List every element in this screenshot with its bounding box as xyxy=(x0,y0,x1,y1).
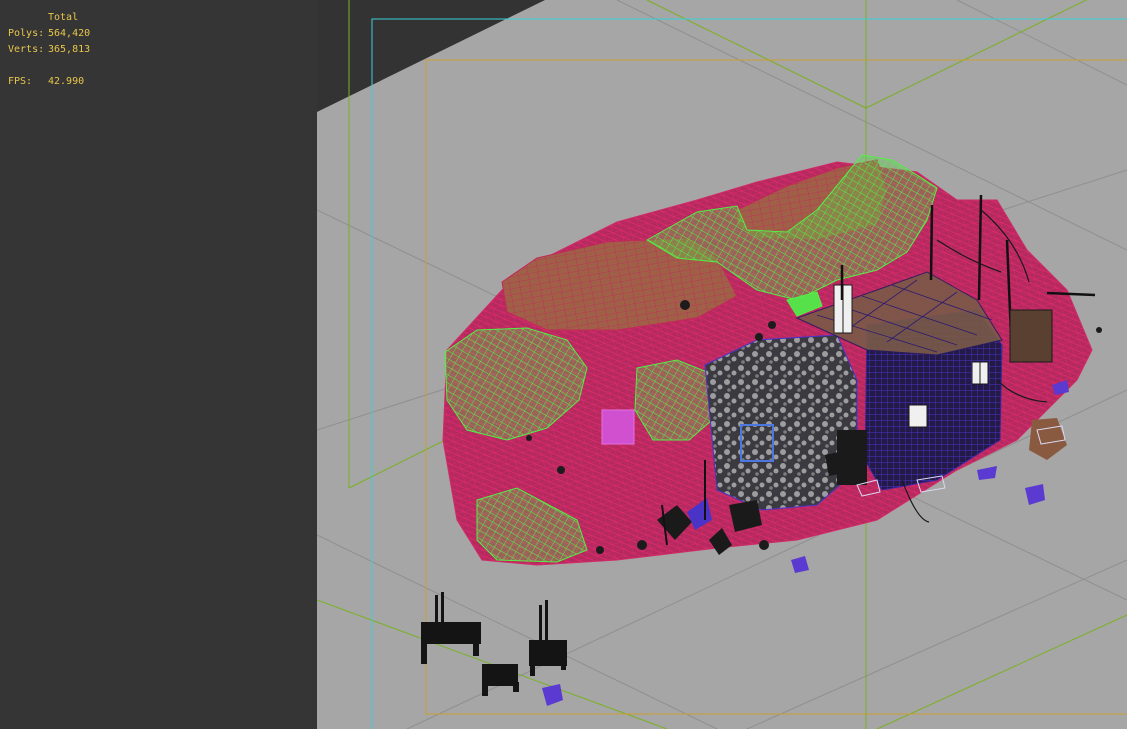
verts-label: Verts: xyxy=(8,44,45,55)
fence-middle xyxy=(482,664,519,696)
viewport-dark-corner xyxy=(317,0,545,112)
hanging-banner xyxy=(1009,309,1053,363)
polys-label: Polys: xyxy=(8,28,45,39)
scene-statistics: Total Polys: 564,420 Verts: 365,813 FPS:… xyxy=(8,10,90,90)
fps-value: 42.990 xyxy=(48,76,85,87)
viewport-canvas[interactable] xyxy=(317,0,1127,729)
magenta-patch xyxy=(601,409,635,445)
verts-row: Verts: 365,813 xyxy=(8,42,90,58)
stats-title: Total xyxy=(48,12,79,23)
purple-barrel xyxy=(542,684,563,706)
building-stone-wall xyxy=(704,334,858,511)
fence-left xyxy=(421,592,481,664)
3d-viewport[interactable] xyxy=(317,0,1127,729)
fence-right xyxy=(529,600,567,676)
polys-row: Polys: 564,420 xyxy=(8,26,90,42)
fps-label: FPS: xyxy=(8,76,33,87)
statistics-panel: Total Polys: 564,420 Verts: 365,813 FPS:… xyxy=(0,0,317,729)
green-patch-mid xyxy=(634,359,713,441)
polys-value: 564,420 xyxy=(48,28,91,39)
verts-value: 365,813 xyxy=(48,44,91,55)
fps-row: FPS: 42.990 xyxy=(8,74,90,90)
